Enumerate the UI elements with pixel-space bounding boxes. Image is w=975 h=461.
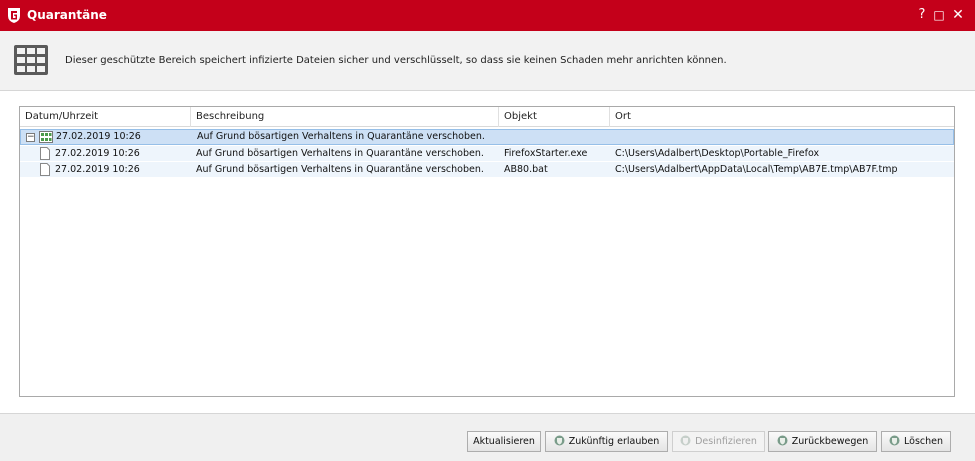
info-text: Dieser geschützte Bereich speichert infi… <box>65 55 727 66</box>
shield-icon <box>777 435 788 446</box>
collapse-toggle[interactable]: − <box>26 133 35 142</box>
group-folder-icon <box>39 131 53 143</box>
file-icon <box>40 163 50 176</box>
help-button[interactable]: ? <box>914 7 930 23</box>
shield-icon <box>680 435 691 446</box>
group-datetime: 27.02.2019 10:26 <box>56 131 141 142</box>
column-header-description[interactable]: Beschreibung <box>191 107 499 127</box>
table-row-group[interactable]: − 27.02.2019 10:26 Auf Grund bösartigen … <box>20 129 954 145</box>
column-header-location[interactable]: Ort <box>610 107 954 127</box>
row-object: AB80.bat <box>504 164 548 175</box>
table-row[interactable]: 27.02.2019 10:26 Auf Grund bösartigen Ve… <box>20 146 954 161</box>
button-bar: Aktualisieren Zukünftig erlauben Desinfi… <box>0 413 975 461</box>
info-bar: Dieser geschützte Bereich speichert infi… <box>0 31 975 91</box>
quarantine-grid-icon <box>14 45 48 75</box>
title-bar: Quarantäne ? □ ✕ <box>0 0 975 31</box>
restore-button-label: Zurückbewegen <box>791 436 869 447</box>
shield-icon <box>889 435 900 446</box>
column-header-datetime[interactable]: Datum/Uhrzeit <box>20 107 191 127</box>
restore-button[interactable]: Zurückbewegen <box>768 431 877 452</box>
group-description: Auf Grund bösartigen Verhaltens in Quara… <box>197 131 485 142</box>
file-icon <box>40 147 50 160</box>
maximize-button[interactable]: □ <box>931 7 947 23</box>
window-title: Quarantäne <box>27 8 107 22</box>
allow-future-button-label: Zukünftig erlauben <box>568 436 660 447</box>
disinfect-button[interactable]: Desinfizieren <box>672 431 765 452</box>
table-row[interactable]: 27.02.2019 10:26 Auf Grund bösartigen Ve… <box>20 162 954 177</box>
row-location: C:\Users\Adalbert\AppData\Local\Temp\AB7… <box>615 164 898 175</box>
shield-icon <box>554 435 565 446</box>
row-description: Auf Grund bösartigen Verhaltens in Quara… <box>196 164 484 175</box>
quarantine-list[interactable]: Datum/Uhrzeit Beschreibung Objekt Ort − … <box>19 106 955 397</box>
list-header: Datum/Uhrzeit Beschreibung Objekt Ort <box>20 107 954 127</box>
refresh-button[interactable]: Aktualisieren <box>467 431 541 452</box>
row-object: FirefoxStarter.exe <box>504 148 588 159</box>
row-description: Auf Grund bösartigen Verhaltens in Quara… <box>196 148 484 159</box>
refresh-button-label: Aktualisieren <box>473 436 535 447</box>
disinfect-button-label: Desinfizieren <box>695 436 757 447</box>
row-location: C:\Users\Adalbert\Desktop\Portable_Firef… <box>615 148 820 159</box>
row-datetime: 27.02.2019 10:26 <box>55 148 140 159</box>
gdata-logo-icon <box>8 8 20 23</box>
close-button[interactable]: ✕ <box>950 7 966 23</box>
delete-button-label: Löschen <box>904 436 943 447</box>
column-header-object[interactable]: Objekt <box>499 107 610 127</box>
row-datetime: 27.02.2019 10:26 <box>55 164 140 175</box>
allow-future-button[interactable]: Zukünftig erlauben <box>545 431 668 452</box>
delete-button[interactable]: Löschen <box>881 431 951 452</box>
